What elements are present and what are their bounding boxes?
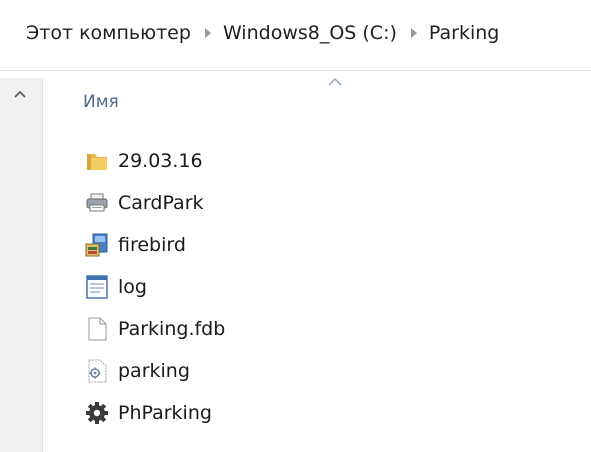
file-item-firebird[interactable]: firebird: [84, 224, 584, 266]
blank-file-icon: [84, 316, 110, 342]
breadcrumb-chevron-icon[interactable]: [410, 28, 417, 38]
column-name-header[interactable]: Имя: [83, 92, 119, 112]
navigation-pane[interactable]: [0, 78, 43, 452]
file-item-log[interactable]: log: [84, 266, 584, 308]
file-name: PhParking: [118, 402, 212, 424]
file-item-phparking[interactable]: PhParking: [84, 392, 584, 434]
folder-icon: [84, 148, 110, 174]
file-item-parking[interactable]: parking: [84, 350, 584, 392]
installer-icon: [84, 232, 110, 258]
sort-ascending-icon: [328, 78, 342, 86]
file-name: parking: [118, 360, 190, 382]
file-name: firebird: [118, 234, 186, 256]
text-document-icon: [84, 274, 110, 300]
breadcrumb-chevron-icon[interactable]: [204, 28, 211, 38]
config-file-icon: [84, 358, 110, 384]
file-name: 29.03.16: [118, 150, 203, 172]
breadcrumb: Этот компьютер Windows8_OS (C:) Parking: [0, 0, 591, 66]
column-header[interactable]: Имя: [43, 78, 591, 126]
breadcrumb-drive-c[interactable]: Windows8_OS (C:): [223, 22, 397, 44]
address-bar-divider: [0, 70, 591, 71]
gear-icon: [84, 400, 110, 426]
file-list: 29.03.16 CardPark firebird log Parking.f…: [84, 140, 584, 434]
file-item-cardpark[interactable]: CardPark: [84, 182, 584, 224]
file-name: Parking.fdb: [118, 318, 226, 340]
file-item-folder-29-03-16[interactable]: 29.03.16: [84, 140, 584, 182]
breadcrumb-parking[interactable]: Parking: [429, 22, 499, 44]
printer-icon: [84, 190, 110, 216]
file-item-parking-fdb[interactable]: Parking.fdb: [84, 308, 584, 350]
file-name: CardPark: [118, 192, 204, 214]
collapse-up-icon[interactable]: [14, 90, 26, 98]
breadcrumb-this-pc[interactable]: Этот компьютер: [26, 22, 191, 44]
file-name: log: [118, 276, 147, 298]
